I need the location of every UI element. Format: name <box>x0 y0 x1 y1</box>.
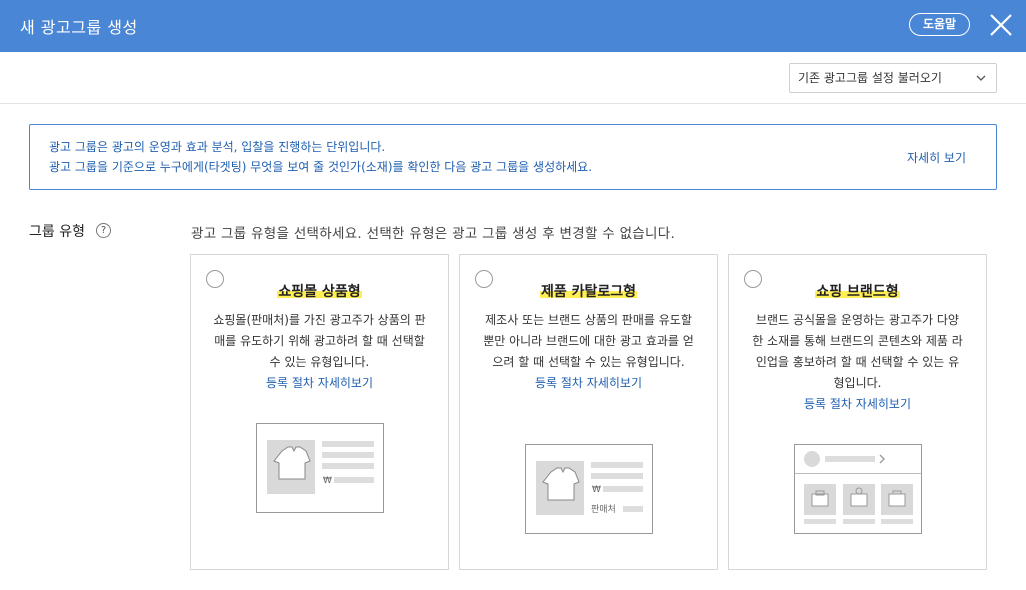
info-more-link[interactable]: 자세히 보기 <box>907 149 966 166</box>
help-question-icon[interactable]: ? <box>96 223 111 238</box>
load-settings-dropdown[interactable]: 기존 광고그룹 설정 불러오기 <box>789 63 997 93</box>
info-box: 광고 그룹은 광고의 운영과 효과 분석, 입찰을 진행하는 단위입니다. 광고… <box>29 124 997 190</box>
group-type-label: 그룹 유형 <box>29 224 85 240</box>
card-description: 제조사 또는 브랜드 상품의 판매를 유도할 뿐만 아니라 브랜드에 대한 광고… <box>482 310 695 394</box>
registration-guide-link[interactable]: 등록 절차 자세히보기 <box>213 373 426 394</box>
card-shopping-mall-product[interactable]: 쇼핑몰 상품형 쇼핑몰(판매처)를 가진 광고주가 상품의 판매를 유도하기 위… <box>190 254 449 570</box>
close-icon[interactable] <box>988 12 1014 38</box>
help-button[interactable]: 도움말 <box>909 13 970 36</box>
card-title: 쇼핑몰 상품형 <box>277 284 362 300</box>
registration-guide-link[interactable]: 등록 절차 자세히보기 <box>482 373 695 394</box>
card-description: 브랜드 공식몰을 운영하는 광고주가 다양한 소재를 통해 브랜드의 콘텐츠와 … <box>751 310 964 415</box>
card-title: 쇼핑 브랜드형 <box>815 284 900 300</box>
modal-header: 새 광고그룹 생성 도움말 <box>0 0 1026 52</box>
group-type-description: 광고 그룹 유형을 선택하세요. 선택한 유형은 광고 그룹 생성 후 변경할 … <box>191 226 676 242</box>
load-settings-label: 기존 광고그룹 설정 불러오기 <box>798 71 942 85</box>
card-title: 제품 카탈로그형 <box>539 284 638 300</box>
info-text-line-2: 광고 그룹을 기준으로 누구에게(타겟팅) 무엇을 보여 줄 것인가(소재)를 … <box>49 160 593 174</box>
modal-title: 새 광고그룹 생성 <box>20 18 138 37</box>
seller-label: 판매처 <box>591 503 616 515</box>
won-symbol: ₩ <box>323 476 332 486</box>
card-product-catalog[interactable]: 제품 카탈로그형 제조사 또는 브랜드 상품의 판매를 유도할 뿐만 아니라 브… <box>459 254 718 570</box>
catalog-illustration: ₩ 판매처 <box>525 444 653 534</box>
info-text-line-1: 광고 그룹은 광고의 운영과 효과 분석, 입찰을 진행하는 단위입니다. <box>49 140 386 154</box>
registration-guide-link[interactable]: 등록 절차 자세히보기 <box>751 394 964 415</box>
card-shopping-brand[interactable]: 쇼핑 브랜드형 브랜드 공식몰을 운영하는 광고주가 다양한 소재를 통해 브랜… <box>728 254 987 570</box>
product-illustration: ₩ <box>256 423 384 513</box>
toolbar: 기존 광고그룹 설정 불러오기 <box>0 52 1026 104</box>
brand-store-illustration <box>794 444 922 534</box>
won-symbol: ₩ <box>592 485 601 495</box>
chevron-down-icon <box>976 75 986 81</box>
card-description: 쇼핑몰(판매처)를 가진 광고주가 상품의 판매를 유도하기 위해 광고하려 할… <box>213 310 426 394</box>
